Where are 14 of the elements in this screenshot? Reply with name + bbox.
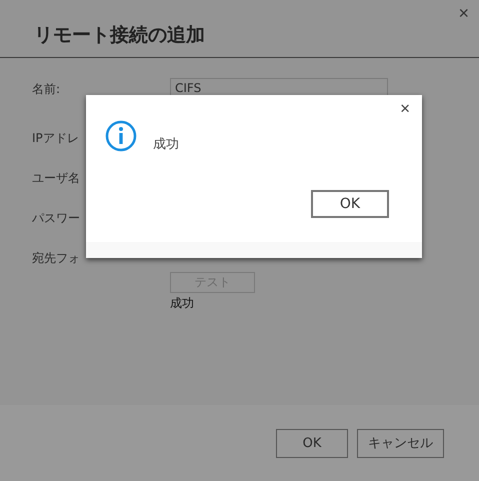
info-icon [105, 120, 137, 152]
field-label: 名前: [32, 80, 60, 98]
dialog-button[interactable]: キャンセル [357, 428, 444, 458]
test-result: 成功 [170, 295, 194, 312]
close-button[interactable]: × [400, 100, 410, 117]
field-label: パスワー [32, 210, 80, 226]
message-text: 成功 [153, 136, 179, 153]
field-label: ユーザ名 [32, 170, 80, 186]
ok-button[interactable]: OK [311, 190, 389, 218]
dialog-button[interactable]: OK [276, 428, 348, 458]
dialog-title: リモート接続の追加 [34, 23, 205, 48]
field-label: 宛先フォ [32, 250, 80, 266]
close-button[interactable]: × [458, 4, 469, 22]
field-label: IPアドレ [32, 130, 79, 146]
